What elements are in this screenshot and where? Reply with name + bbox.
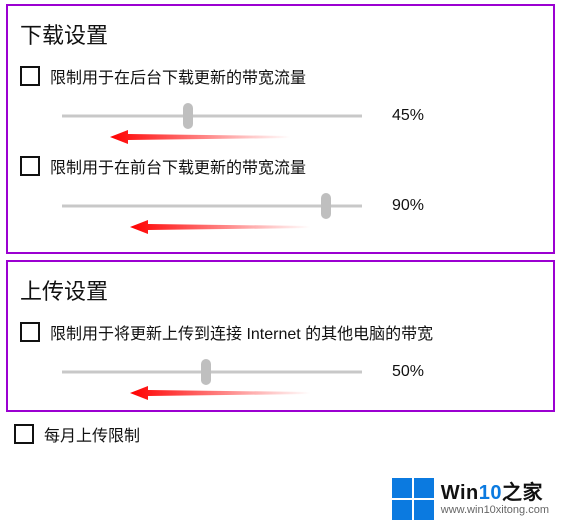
fg-limit-option[interactable]: 限制用于在前台下载更新的带宽流量: [20, 154, 541, 178]
monthly-limit-checkbox[interactable]: [14, 424, 34, 444]
windows-logo-icon: [391, 477, 435, 521]
upload-limit-slider[interactable]: [62, 360, 362, 384]
slider-thumb[interactable]: [183, 103, 193, 129]
watermark-text: Win10之家 www.win10xitong.com: [441, 483, 549, 516]
upload-limit-checkbox[interactable]: [20, 322, 40, 342]
bg-limit-label: 限制用于在后台下载更新的带宽流量: [50, 64, 306, 88]
upload-limit-slider-row: 50%: [20, 352, 541, 388]
slider-thumb[interactable]: [321, 193, 331, 219]
fg-limit-checkbox[interactable]: [20, 156, 40, 176]
download-settings-panel: 下载设置 限制用于在后台下载更新的带宽流量 45% 限制用于在前台下载更新的带宽…: [6, 4, 555, 254]
download-heading: 下载设置: [20, 18, 541, 50]
bg-limit-option[interactable]: 限制用于在后台下载更新的带宽流量: [20, 64, 541, 88]
fg-limit-slider[interactable]: [62, 194, 362, 218]
upload-limit-value: 50%: [392, 363, 440, 381]
annotation-arrow-icon: [130, 220, 541, 234]
watermark-brand-c: 之家: [502, 482, 543, 504]
slider-track: [62, 371, 362, 374]
bg-limit-checkbox[interactable]: [20, 66, 40, 86]
annotation-arrow-icon: [110, 130, 541, 144]
watermark-url: www.win10xitong.com: [441, 505, 549, 516]
upload-limit-option[interactable]: 限制用于将更新上传到连接 Internet 的其他电脑的带宽: [20, 320, 541, 344]
upload-settings-panel: 上传设置 限制用于将更新上传到连接 Internet 的其他电脑的带宽 50%: [6, 260, 555, 412]
fg-limit-label: 限制用于在前台下载更新的带宽流量: [50, 154, 306, 178]
monthly-limit-label: 每月上传限制: [44, 422, 140, 446]
slider-thumb[interactable]: [201, 359, 211, 385]
monthly-limit-option[interactable]: 每月上传限制: [14, 418, 561, 446]
bg-limit-slider-row: 45%: [20, 96, 541, 132]
bg-limit-value: 45%: [392, 107, 440, 125]
fg-limit-value: 90%: [392, 197, 440, 215]
watermark-brand-b: 10: [479, 482, 502, 504]
upload-heading: 上传设置: [20, 274, 541, 306]
bg-limit-slider[interactable]: [62, 104, 362, 128]
watermark-brand-a: Win: [441, 482, 479, 504]
watermark: Win10之家 www.win10xitong.com: [387, 475, 553, 523]
annotation-arrow-icon: [130, 386, 541, 400]
slider-track: [62, 115, 362, 118]
fg-limit-slider-row: 90%: [20, 186, 541, 222]
slider-track: [62, 205, 362, 208]
upload-limit-label: 限制用于将更新上传到连接 Internet 的其他电脑的带宽: [50, 320, 433, 344]
